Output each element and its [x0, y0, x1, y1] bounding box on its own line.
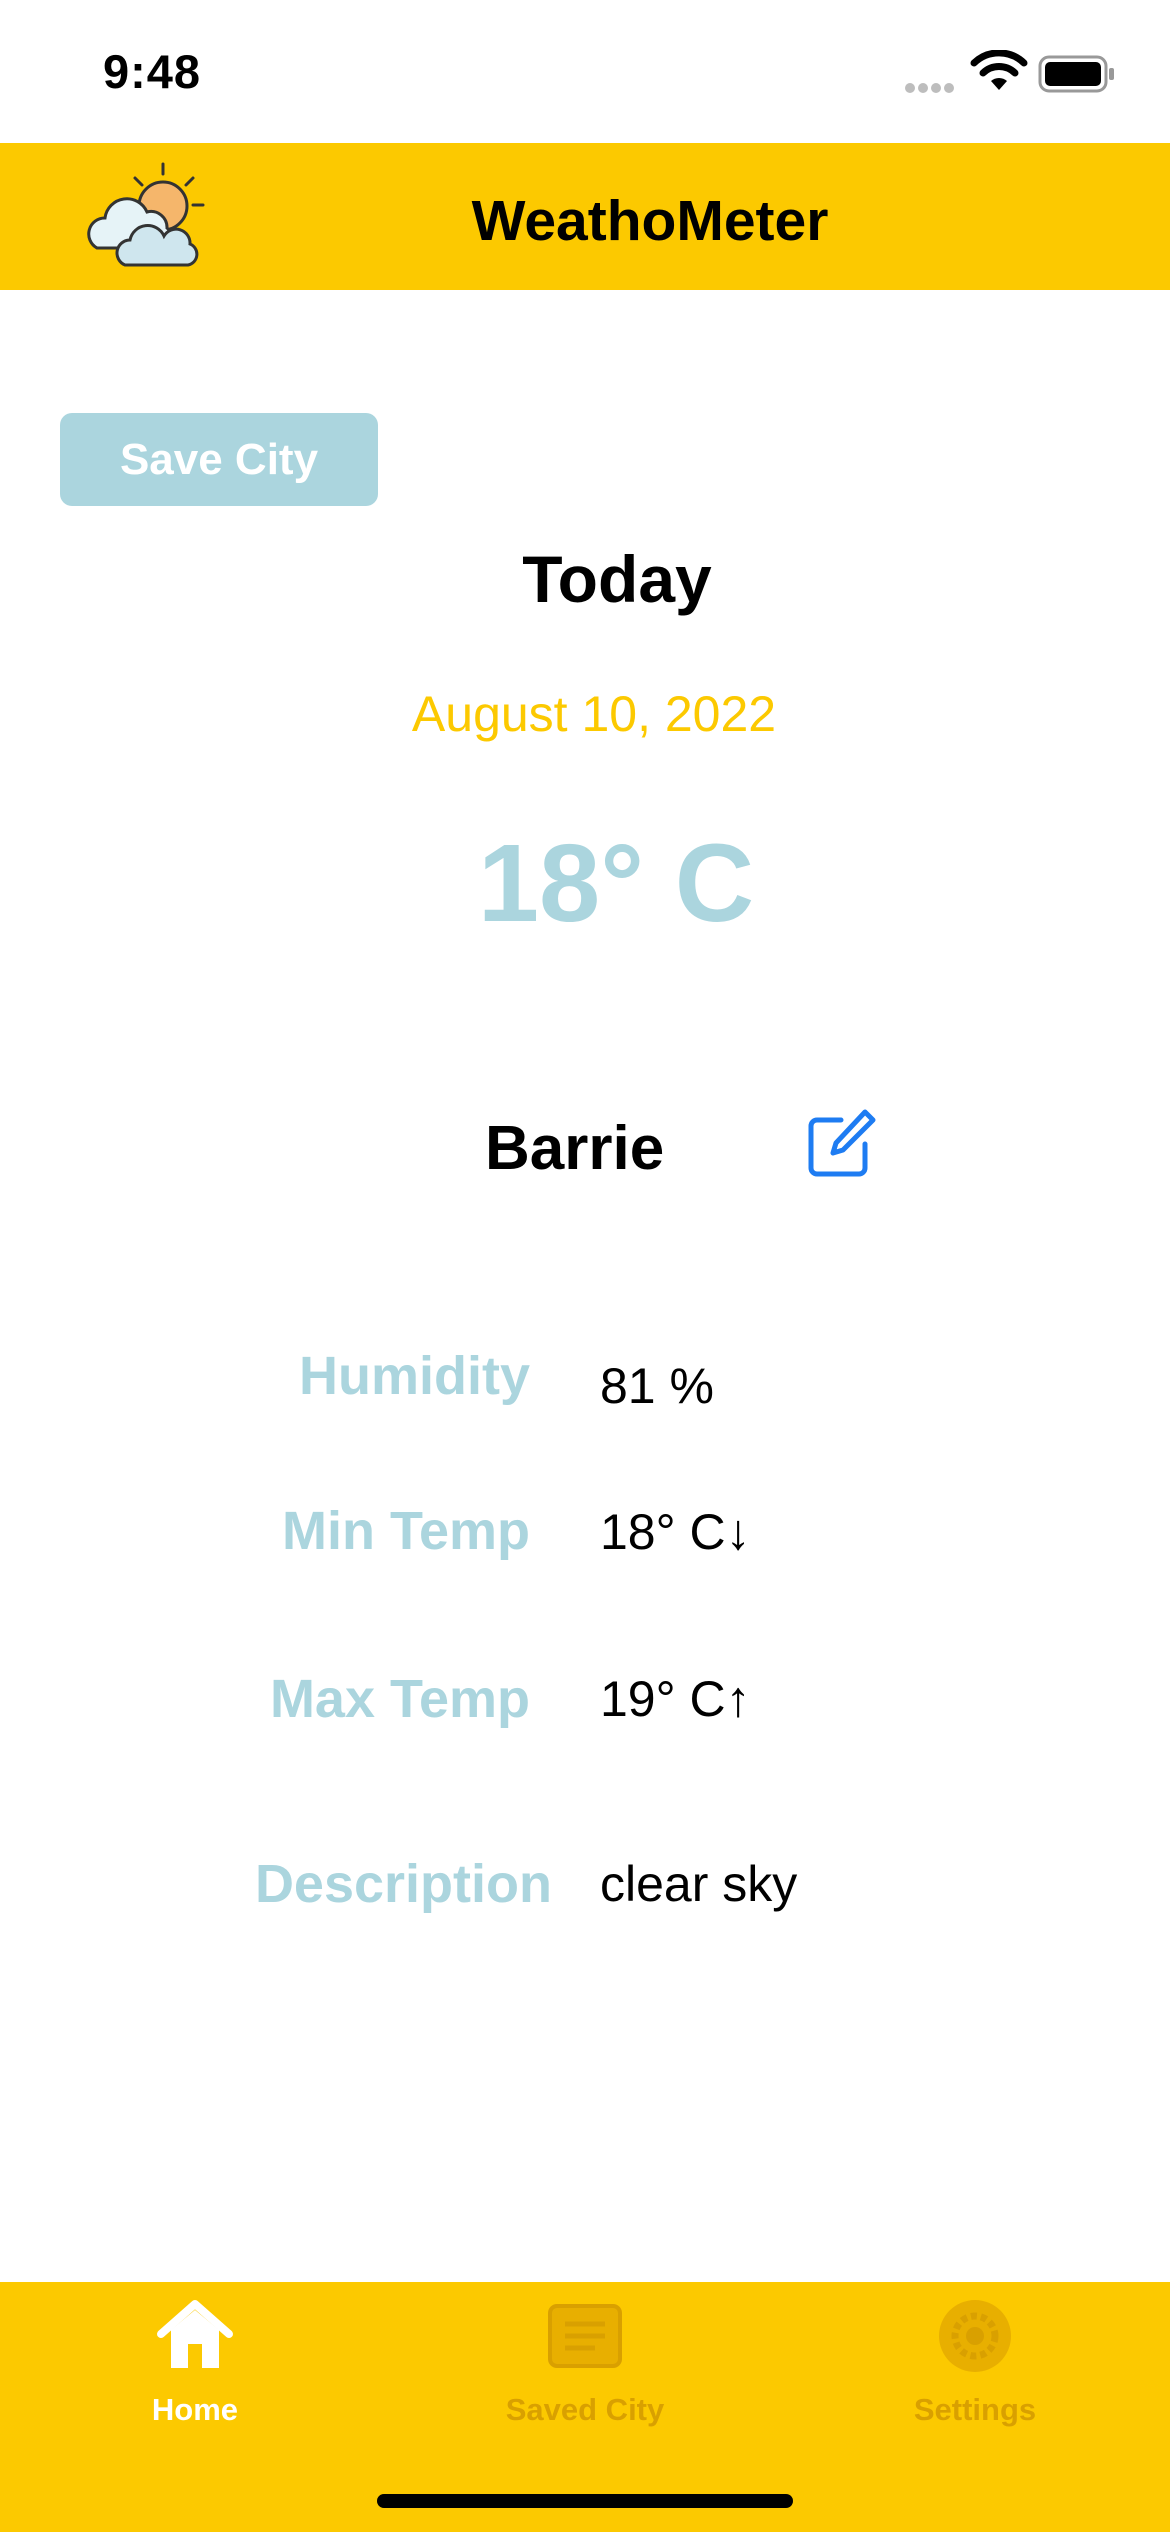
- tab-settings-label: Settings: [913, 2392, 1037, 2427]
- tab-home[interactable]: Home: [0, 2282, 390, 2442]
- max-temp-value: 19° C↑: [600, 1671, 751, 1727]
- battery-icon: [1038, 55, 1114, 93]
- tab-saved-city-label: Saved City: [505, 2392, 665, 2427]
- tab-home-label: Home: [151, 2392, 239, 2427]
- cellular-signal-icon: [905, 80, 957, 98]
- humidity-label: Humidity: [298, 1346, 530, 1406]
- status-time: 9:48: [103, 45, 202, 98]
- wifi-icon: [970, 50, 1028, 90]
- save-city-button[interactable]: Save City: [60, 413, 378, 506]
- humidity-value: 81 %: [600, 1358, 714, 1414]
- today-heading: Today: [522, 542, 712, 616]
- list-icon: [548, 2304, 622, 2368]
- description-value: clear sky: [600, 1856, 798, 1912]
- city-name: Barrie: [485, 1114, 665, 1183]
- home-icon: [157, 2300, 233, 2368]
- tab-saved-city[interactable]: Saved City: [390, 2282, 780, 2442]
- home-indicator: [377, 2494, 793, 2508]
- edit-icon[interactable]: [807, 1108, 877, 1178]
- tab-settings[interactable]: Settings: [780, 2282, 1170, 2442]
- max-temp-label: Max Temp: [269, 1669, 530, 1729]
- min-temp-label: Min Temp: [282, 1501, 530, 1561]
- description-label: Description: [254, 1854, 552, 1914]
- current-temperature: 18° C: [477, 822, 755, 945]
- min-temp-value: 18° C↓: [600, 1504, 751, 1560]
- gear-icon: [939, 2300, 1011, 2372]
- app-title: WeathoMeter: [471, 189, 829, 253]
- date-text: August 10, 2022: [411, 686, 777, 742]
